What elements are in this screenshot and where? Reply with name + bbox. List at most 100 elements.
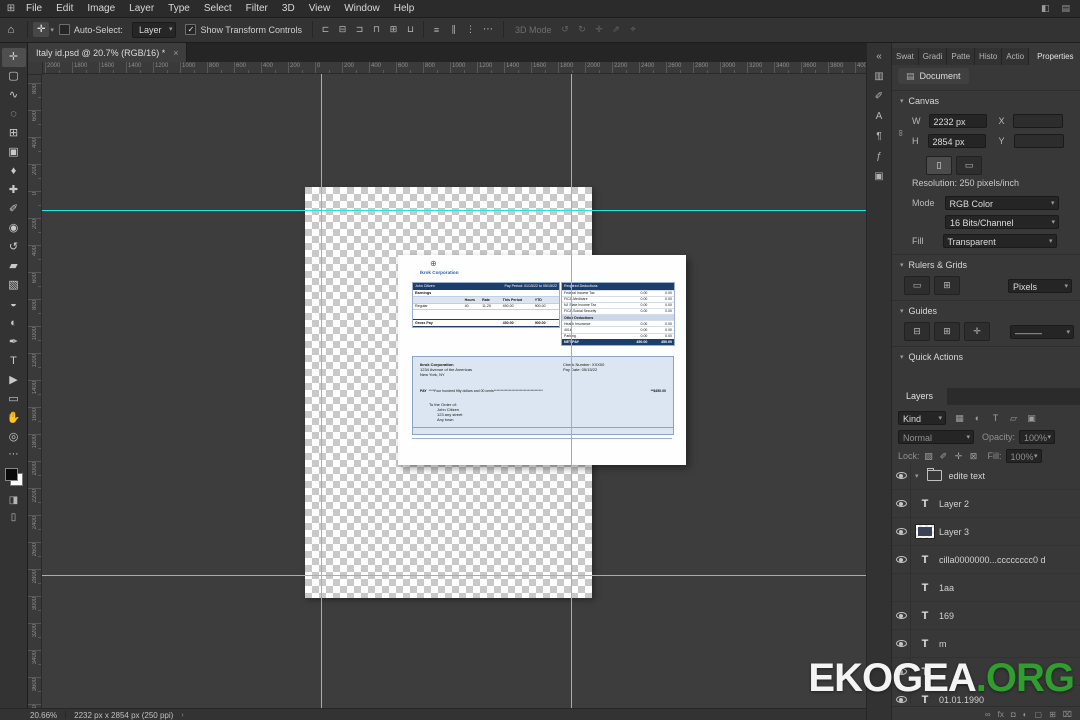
vertical-ruler[interactable]: 800 600 400 200 0 200 400 600 800 1000 1200 1400 160… [28, 74, 42, 708]
width-field[interactable]: 2232 px [928, 114, 987, 128]
panel-strip-icon[interactable]: ▣ [867, 166, 891, 186]
layer-row[interactable]: ▾ T Layer 2 [892, 490, 1080, 518]
foreground-color-swatch[interactable] [4, 468, 18, 481]
align-icon[interactable]: ⊟ [335, 22, 350, 37]
layer-filter-icon[interactable]: ◐ [970, 411, 985, 425]
panel-tab[interactable]: Histo [975, 48, 1003, 65]
align-icon[interactable]: ⊞ [386, 22, 401, 37]
color-swatches[interactable] [4, 468, 23, 486]
tool-button[interactable]: ✚ [2, 181, 26, 200]
layer-visibility-toggle[interactable] [892, 602, 911, 629]
tool-button[interactable]: ▭ [2, 390, 26, 409]
tool-button[interactable]: ▰ [2, 257, 26, 276]
guides-section-header[interactable]: ▾ Guides [900, 306, 937, 316]
lock-icon[interactable]: ✛ [953, 449, 965, 463]
toolbar-extra-icon[interactable]: ◨ [9, 495, 18, 506]
layer-visibility-toggle[interactable] [892, 630, 911, 657]
tool-button[interactable]: ◒ [2, 295, 26, 314]
tool-button[interactable]: ◌ [2, 105, 26, 124]
layers-bottom-icon[interactable]: ∞ [985, 710, 991, 719]
group-caret-icon[interactable]: ▾ [915, 472, 919, 480]
layers-bottom-icon[interactable]: ◘ [1011, 710, 1016, 719]
tool-button[interactable]: ◉ [2, 219, 26, 238]
rulers-grids-button[interactable]: ⊞ [934, 276, 960, 295]
tool-button[interactable]: ▣ [2, 143, 26, 162]
tool-button[interactable]: ◐ [2, 314, 26, 333]
menu-right-icon[interactable]: ◧ [1041, 3, 1050, 14]
align-icon[interactable]: ⊐ [352, 22, 367, 37]
layer-name[interactable]: Layer 3 [939, 527, 969, 537]
fill-dropdown[interactable]: Transparent [942, 234, 1057, 249]
tool-button[interactable]: ◎ [2, 428, 26, 447]
auto-select-toggle[interactable]: Auto-Select: [58, 24, 123, 35]
layer-thumbnail[interactable]: T [915, 554, 935, 566]
show-transform-toggle[interactable]: Show Transform Controls [185, 24, 302, 35]
lock-icon[interactable]: ✐ [938, 449, 950, 463]
layer-visibility-toggle[interactable] [892, 518, 911, 545]
auto-select-target-dropdown[interactable]: Layer [131, 21, 177, 38]
canvas-area[interactable]: ⊕ Ikrok Corporation John Citizen Pay Per… [42, 74, 866, 708]
edit-toolbar-icon[interactable]: ⋯ [9, 449, 19, 460]
menu-item[interactable]: 3D [275, 3, 302, 14]
layer-name[interactable]: 1aa [939, 583, 954, 593]
layer-thumbnail[interactable]: T [915, 582, 935, 594]
layer-row[interactable]: ▾ T edite text [892, 462, 1080, 490]
tool-button[interactable]: ✛ [1, 48, 26, 67]
tool-button[interactable]: ✒ [2, 333, 26, 352]
layers-bottom-icon[interactable]: ▢ [1035, 710, 1043, 719]
rulers-grids-button[interactable]: ▭ [904, 276, 930, 295]
menu-item[interactable]: Edit [49, 3, 80, 14]
orientation-button[interactable]: ▭ [956, 156, 982, 175]
close-icon[interactable]: × [173, 48, 178, 58]
panel-strip-icon[interactable]: ▥ [867, 66, 891, 86]
layers-bottom-icon[interactable]: ◐ [1023, 710, 1028, 719]
layer-thumbnail[interactable]: T [915, 610, 935, 622]
layer-thumbnail[interactable]: T [915, 638, 935, 650]
current-tool-icon[interactable]: ✛ [33, 22, 50, 37]
layer-filter-icon[interactable]: ▦ [952, 411, 967, 425]
layer-visibility-toggle[interactable] [892, 546, 911, 573]
layer-row[interactable]: ▾ T 1aa [892, 574, 1080, 602]
menu-item[interactable]: Image [80, 3, 122, 14]
panel-tab[interactable]: Properties [1029, 48, 1080, 65]
units-dropdown[interactable]: Pixels [1008, 278, 1072, 294]
tool-button[interactable]: ▢ [2, 67, 26, 86]
tool-button[interactable]: ✋ [2, 409, 26, 428]
home-icon[interactable]: ⌂ [0, 24, 22, 36]
guides-button[interactable]: ✛ [964, 322, 990, 341]
menu-item[interactable]: Layer [122, 3, 161, 14]
layers-fill-dropdown[interactable]: 100% [1005, 449, 1042, 464]
guide-vertical-left[interactable] [321, 74, 322, 708]
layer-name[interactable]: cilla0000000...cccccccc0 d [939, 555, 1046, 565]
kind-dropdown[interactable]: Kind [898, 411, 946, 426]
tab-layers[interactable]: Layers [892, 388, 948, 405]
layer-visibility-toggle[interactable] [892, 574, 911, 601]
tool-button[interactable]: ▧ [2, 276, 26, 295]
toolbar-extra-icon[interactable]: ▯ [11, 512, 17, 523]
layer-visibility-toggle[interactable] [892, 490, 911, 517]
distribute-icon[interactable]: ⋮ [463, 22, 478, 37]
guides-button[interactable]: ⊟ [904, 322, 930, 341]
panel-strip-icon[interactable]: ƒ [867, 146, 891, 166]
layer-row[interactable]: ▾ T 169 [892, 602, 1080, 630]
layer-thumbnail[interactable]: T [925, 468, 945, 481]
rulers-grids-section-header[interactable]: ▾ Rulers & Grids [900, 260, 967, 270]
guide-vertical-right[interactable] [571, 74, 572, 708]
panel-tab[interactable]: Patte [947, 48, 976, 65]
align-icon[interactable]: ⊓ [369, 22, 384, 37]
align-icon[interactable]: ⊔ [403, 22, 418, 37]
tool-button[interactable]: ♦ [2, 162, 26, 181]
layer-name[interactable]: 169 [939, 611, 954, 621]
more-options-icon[interactable]: ⋯ [478, 24, 498, 35]
layer-row[interactable]: ▾ T m [892, 630, 1080, 658]
menu-item[interactable]: View [302, 3, 338, 14]
tool-button[interactable]: ✐ [2, 200, 26, 219]
layers-bottom-icon[interactable]: fx [998, 710, 1004, 719]
layer-name[interactable]: Layer 2 [939, 499, 969, 509]
guides-button[interactable]: ⊞ [934, 322, 960, 341]
zoom-level[interactable]: 20.66% [30, 711, 57, 720]
tool-button[interactable]: ∿ [2, 86, 26, 105]
panel-strip-icon[interactable]: ✐ [867, 86, 891, 106]
height-field[interactable]: 2854 px [927, 134, 986, 148]
layer-filter-icon[interactable]: ▣ [1024, 411, 1039, 425]
